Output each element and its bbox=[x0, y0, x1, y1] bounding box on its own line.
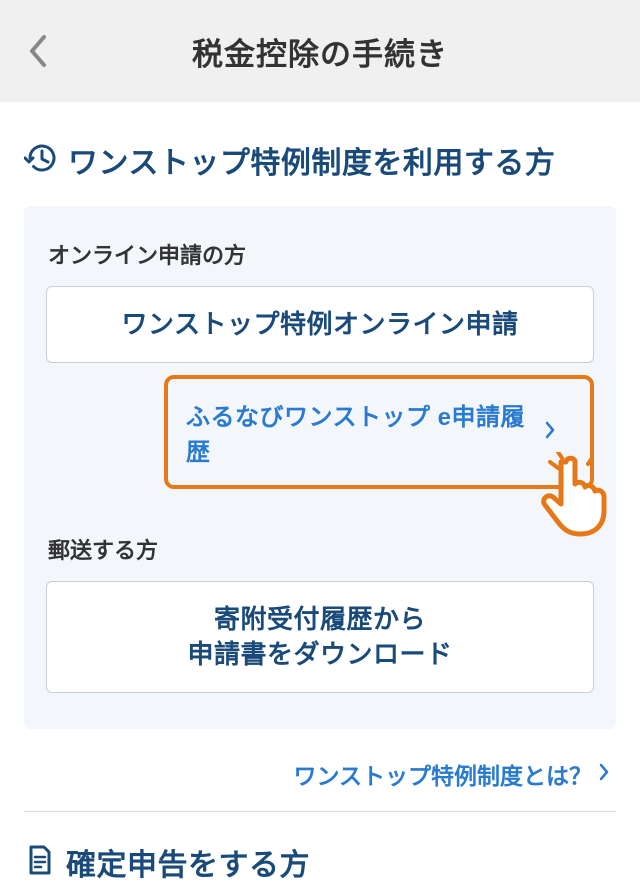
history-link-text: ふるなびワンストップ e申請履歴 bbox=[186, 397, 536, 467]
section-heading-text: 確定申告をする方 bbox=[66, 840, 310, 884]
onestop-info-link[interactable]: ワンストップ特例制度とは？ bbox=[24, 753, 616, 811]
back-button[interactable] bbox=[26, 33, 48, 69]
header: 税金控除の手続き bbox=[0, 0, 640, 102]
mail-download-button[interactable]: 寄附受付履歴から 申請書をダウンロード bbox=[46, 581, 594, 693]
divider bbox=[24, 811, 616, 812]
page-title: 税金控除の手続き bbox=[0, 29, 640, 74]
section-heading-onestop: ワンストップ特例制度を利用する方 bbox=[24, 138, 616, 182]
onestop-card: オンライン申請の方 ワンストップ特例オンライン申請 ふるなびワンストップ e申請… bbox=[24, 206, 616, 729]
clock-history-icon bbox=[24, 141, 58, 180]
chevron-right-icon bbox=[544, 421, 556, 444]
section-heading-text: ワンストップ特例制度を利用する方 bbox=[68, 138, 555, 182]
onestop-info-text: ワンストップ特例制度とは？ bbox=[293, 757, 592, 791]
section-heading-tax-return: 確定申告をする方 bbox=[24, 840, 616, 884]
chevron-left-icon bbox=[26, 33, 48, 69]
online-apply-button[interactable]: ワンストップ特例オンライン申請 bbox=[46, 286, 594, 363]
mail-label: 郵送する方 bbox=[48, 533, 594, 565]
chevron-right-icon bbox=[598, 763, 610, 786]
document-icon bbox=[24, 844, 56, 881]
online-label: オンライン申請の方 bbox=[48, 238, 594, 270]
history-link[interactable]: ふるなびワンストップ e申請履歴 bbox=[164, 375, 594, 489]
